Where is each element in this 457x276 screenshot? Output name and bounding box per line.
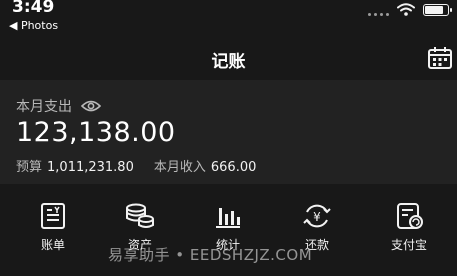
chart-icon [216,208,240,228]
status-bar: 3:49 ◀ Photos [0,0,457,36]
action-label: 支付宝 [390,238,427,252]
page-title: 记账 [211,52,246,72]
month-expense-label: 本月支出 [16,99,72,115]
battery-icon [423,3,452,16]
expense-summary-card: 本月支出 123,138.00 预算 1,011,231.80 本月收入 666.00 [0,80,457,184]
action-alipay[interactable]: 支付宝 [374,202,444,253]
nav-bar: 记账 [0,36,457,80]
budget-income-row: 预算 1,011,231.80 本月收入 666.00 [16,156,256,175]
month-expense-amount: 123,138.00 [16,117,176,148]
back-to-photos-link[interactable]: ◀ Photos [9,19,58,32]
watermark-text: 易享助手 • EEDSHZJZ.COM [108,246,313,264]
budget-label: 预算 [16,160,43,175]
wifi-icon [397,3,415,16]
signal-icon [368,4,389,16]
bill-icon [41,203,65,229]
coins-icon [126,203,154,228]
status-icons [368,3,452,16]
budget-value: 1,011,231.80 [47,160,134,175]
action-label: 账单 [40,238,65,252]
status-time: 3:49 [12,0,55,17]
svg-text:¥: ¥ [313,210,321,224]
month-expense-label-row: 本月支出 [16,96,101,116]
calendar-icon[interactable] [427,46,453,70]
action-bill[interactable]: 账单 [18,202,88,253]
income-value: 666.00 [210,160,257,175]
income-label: 本月收入 [153,160,206,175]
repay-icon: ¥ [303,204,331,228]
alipay-icon [397,203,423,229]
eye-icon[interactable] [81,99,101,113]
